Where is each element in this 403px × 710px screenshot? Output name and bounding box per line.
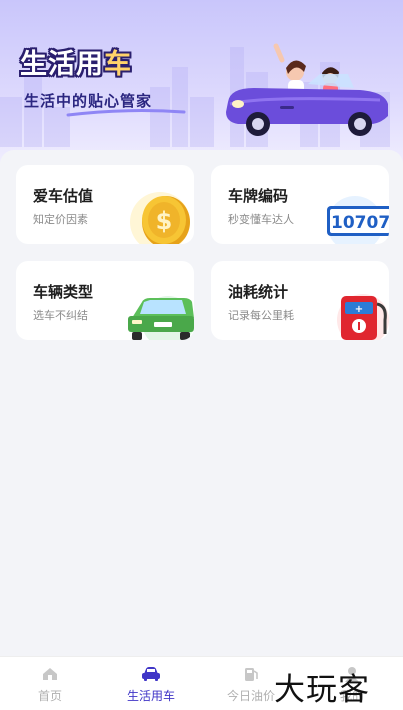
- card-description: 选车不纠结: [33, 309, 88, 322]
- card-title: 车辆类型: [33, 283, 94, 301]
- nav-life-car[interactable]: 生活用车: [101, 665, 201, 704]
- svg-text:$: $: [156, 207, 173, 235]
- nav-home[interactable]: 首页: [0, 665, 100, 704]
- card-license-plate[interactable]: 车牌编码 秒变懂车达人 10707: [211, 165, 389, 244]
- nav-home-label: 首页: [37, 689, 62, 703]
- gold-coin-icon: $: [130, 192, 190, 244]
- watermark-logo: 大玩客: [274, 672, 370, 708]
- card-car-valuation[interactable]: 爱车估值 知定价因素 $: [16, 165, 194, 244]
- card-title: 爱车估值: [33, 187, 94, 205]
- fuel-price-icon: [245, 668, 258, 681]
- swoosh-decoration: [66, 109, 186, 117]
- fuel-pump-icon: +: [337, 294, 389, 340]
- green-car-icon: [128, 296, 194, 340]
- card-description: 知定价因素: [33, 213, 88, 226]
- card-vehicle-type[interactable]: 车辆类型 选车不纠结: [16, 261, 194, 340]
- banner: 生活用车 生活中的贴心管家: [0, 0, 403, 175]
- svg-text:+: +: [355, 304, 363, 315]
- nav-life-car-label: 生活用车: [126, 689, 175, 703]
- license-plate-icon: 10707: [327, 196, 389, 244]
- car-icon: [142, 667, 160, 681]
- card-description: 记录每公里耗: [228, 309, 294, 322]
- plate-text: 10707: [331, 213, 389, 233]
- banner-title: 生活用车: [20, 49, 132, 80]
- card-fuel-consumption[interactable]: 油耗统计 记录每公里耗 +: [211, 261, 389, 340]
- card-description: 秒变懂车达人: [228, 213, 294, 226]
- card-title: 油耗统计: [228, 283, 289, 301]
- convertible-car-illustration: [226, 43, 388, 136]
- card-title: 车牌编码: [228, 187, 289, 205]
- home-icon: [43, 668, 57, 680]
